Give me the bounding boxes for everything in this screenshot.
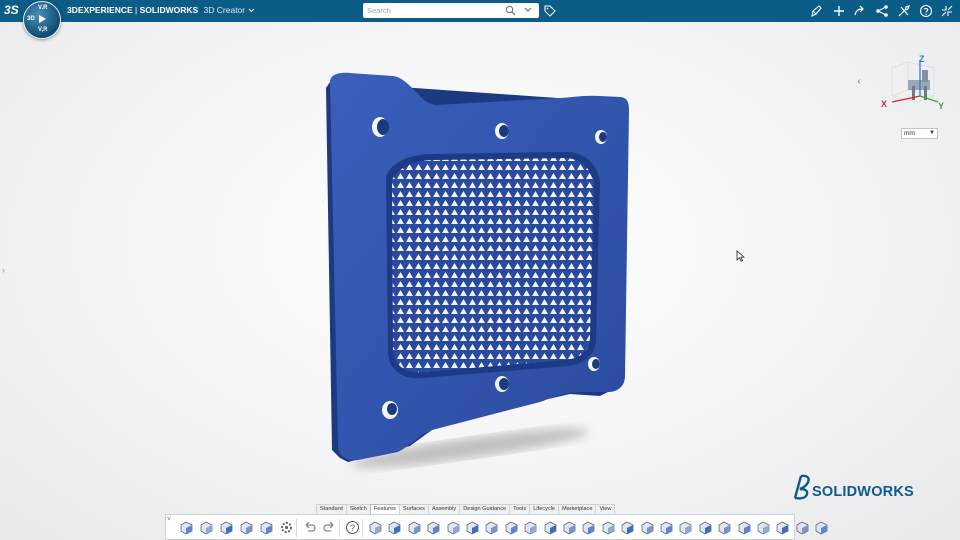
- action-bar: ˅ ?: [165, 514, 828, 540]
- intersect-icon[interactable]: [698, 520, 713, 535]
- solidworks-watermark: SOLIDWORKS: [812, 484, 914, 500]
- units-value: mm: [904, 130, 915, 137]
- draft-icon[interactable]: [523, 520, 538, 535]
- action-bar-tabs: Standard Sketch Features Surfaces Assemb…: [316, 504, 616, 515]
- settings-icon[interactable]: [279, 520, 294, 535]
- undo-icon[interactable]: [302, 520, 317, 535]
- svg-text:?: ?: [350, 523, 355, 533]
- pattern-icon[interactable]: [581, 520, 596, 535]
- part-plate[interactable]: [326, 72, 629, 462]
- boundary-icon[interactable]: [659, 520, 674, 535]
- triad-y-label[interactable]: Y: [938, 101, 944, 111]
- tree-icon[interactable]: [259, 520, 274, 535]
- move-face-icon[interactable]: [717, 520, 732, 535]
- delete-face-icon[interactable]: [737, 520, 752, 535]
- toolbar-separator: [339, 519, 340, 537]
- wrap-icon[interactable]: [678, 520, 693, 535]
- compass-south[interactable]: V,R: [38, 27, 47, 33]
- 3d-viewport[interactable]: [0, 0, 960, 540]
- revolve-icon[interactable]: [387, 520, 402, 535]
- open-icon[interactable]: [199, 520, 214, 535]
- view-triad[interactable]: Z X Y: [878, 52, 948, 116]
- dome-icon[interactable]: [814, 520, 829, 535]
- ds-brand-logo-icon: [793, 474, 810, 500]
- help-icon[interactable]: ?: [345, 520, 360, 535]
- split-icon[interactable]: [601, 520, 616, 535]
- chevron-down-icon: ▼: [929, 130, 935, 136]
- toolbar-separator: [296, 519, 297, 537]
- loft-icon[interactable]: [426, 520, 441, 535]
- refresh-icon[interactable]: [239, 520, 254, 535]
- compass-west[interactable]: 3D: [27, 16, 35, 22]
- extrude-icon[interactable]: [368, 520, 383, 535]
- left-panel-expand-icon[interactable]: ›: [2, 265, 5, 275]
- compass-widget[interactable]: V.R 3D V,R: [23, 1, 61, 39]
- lattice-icon[interactable]: [756, 520, 771, 535]
- shell-icon[interactable]: [504, 520, 519, 535]
- hole-icon[interactable]: [446, 520, 461, 535]
- triad-z-label[interactable]: Z: [919, 54, 925, 64]
- measure-icon[interactable]: [775, 520, 790, 535]
- save-icon[interactable]: [219, 520, 234, 535]
- sweep-icon[interactable]: [407, 520, 422, 535]
- compass-north[interactable]: V.R: [38, 5, 47, 11]
- redo-icon[interactable]: [322, 520, 337, 535]
- emboss-icon[interactable]: [795, 520, 810, 535]
- chamfer-icon[interactable]: [484, 520, 499, 535]
- combine-icon[interactable]: [620, 520, 635, 535]
- thicken-icon[interactable]: [640, 520, 655, 535]
- new-3d-shape-icon[interactable]: [179, 520, 194, 535]
- mouse-cursor-icon: [736, 250, 745, 262]
- play-icon[interactable]: [38, 14, 47, 24]
- lattice-pocket[interactable]: [386, 152, 600, 379]
- chevron-down-icon[interactable]: ˅: [167, 516, 171, 523]
- fillet-icon[interactable]: [465, 520, 480, 535]
- units-dropdown[interactable]: mm ▼: [901, 128, 938, 139]
- mirror-icon[interactable]: [562, 520, 577, 535]
- rib-icon[interactable]: [543, 520, 558, 535]
- toolbar-separator: [362, 519, 363, 537]
- right-panel-collapse-icon[interactable]: ‹: [852, 76, 866, 90]
- triad-x-label[interactable]: X: [881, 99, 887, 109]
